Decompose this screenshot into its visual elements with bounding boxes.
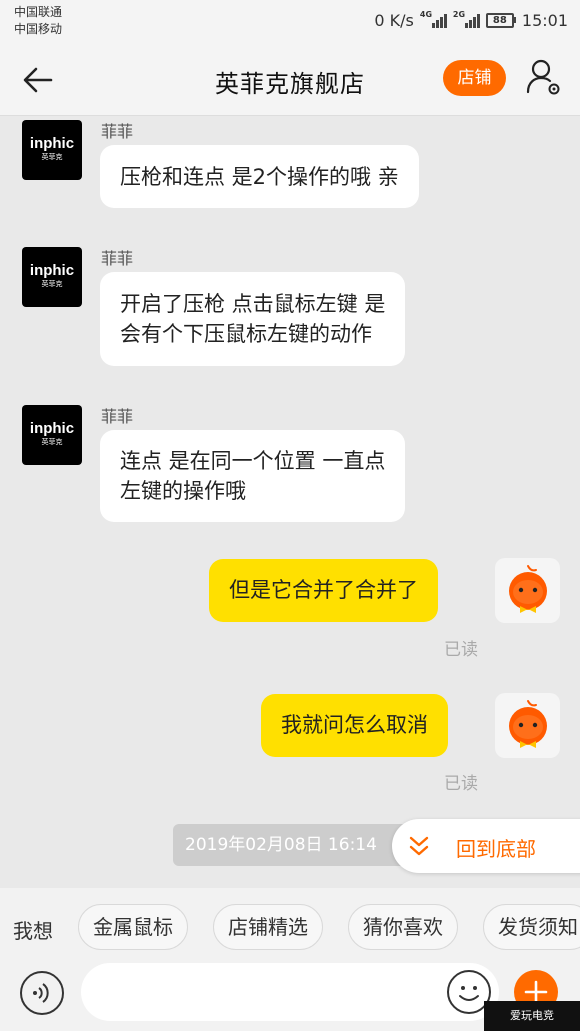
double-chevron-down-icon [409,836,429,856]
carrier-2: 中国移动 [14,22,63,36]
read-status: 已读 [444,774,478,794]
network-speed: 0 K/s [374,10,414,30]
my-avatar[interactable] [495,558,560,623]
avatar-brand: inphic [29,262,75,279]
read-status: 已读 [444,640,478,660]
watermark-logo: 爱玩电竞 [484,1001,580,1031]
quick-reply-chip[interactable]: 金属鼠标 [78,904,188,950]
store-button[interactable]: 店铺 [443,60,506,96]
incoming-message-bubble[interactable]: 连点 是在同一个位置 一直点 左键的操作哦 [100,430,406,522]
quick-reply-label: 我想 [13,919,53,943]
message-text-line-1: 开启了压枪 点击鼠标左键 是 [120,292,386,316]
user-settings-icon [526,59,560,95]
avatar-sub: 英菲克 [41,153,63,161]
signal-4g-icon: 4G [419,10,447,28]
message-input[interactable] [81,963,499,1021]
status-icons: 0 K/s 4G 2G 88 15:01 [374,8,568,32]
carrier-1: 中国联通 [14,5,63,19]
signal-2g-label: 2G [452,10,466,19]
shop-avatar[interactable]: inphic 英菲克 [22,247,82,307]
battery-icon: 88 [485,12,516,28]
sender-name: 菲菲 [101,407,134,426]
back-to-bottom-button[interactable]: 回到底部 [392,819,580,873]
voice-icon [33,983,49,1003]
avatar-sub: 英菲克 [41,438,63,446]
clock: 15:01 [521,10,568,30]
signal-4g-label: 4G [419,10,433,19]
outgoing-message-bubble[interactable]: 我就问怎么取消 [261,694,448,757]
avatar-sub: 英菲克 [41,280,63,288]
outgoing-message-bubble[interactable]: 但是它合并了合并了 [209,559,438,622]
emoji-icon [459,986,479,1001]
quick-reply-chip[interactable]: 店铺精选 [213,904,323,950]
incoming-message-bubble[interactable]: 开启了压枪 点击鼠标左键 是 会有个下压鼠标左键的动作 [100,272,406,366]
voice-input-button[interactable] [20,971,64,1015]
quick-reply-bar: 我想 金属鼠标 店铺精选 猜你喜欢 发货须知 [0,888,580,963]
avatar-brand: inphic [29,420,75,437]
battery-level: 88 [485,12,514,28]
my-avatar[interactable] [495,693,560,758]
quick-reply-chip[interactable]: 发货须知 [483,904,580,950]
sender-name: 菲菲 [101,122,134,141]
orange-mascot-icon [509,700,547,748]
avatar-brand: inphic [29,135,75,152]
incoming-message-bubble[interactable]: 压枪和连点 是2个操作的哦 亲 [100,145,419,208]
quick-reply-chip[interactable]: 猜你喜欢 [348,904,458,950]
shop-avatar[interactable]: inphic 英菲克 [22,120,82,180]
signal-2g-icon: 2G [452,10,480,28]
back-to-bottom-label: 回到底部 [456,837,536,861]
user-settings-button[interactable] [524,58,564,98]
sender-name: 菲菲 [101,249,134,268]
message-text-line-2: 左键的操作哦 [120,479,246,503]
message-text-line-1: 连点 是在同一个位置 一直点 [120,449,386,473]
message-text-line-2: 会有个下压鼠标左键的动作 [120,322,372,346]
status-bar: 中国联通 中国移动 0 K/s 4G 2G 88 15:01 [0,0,580,42]
shop-avatar[interactable]: inphic 英菲克 [22,405,82,465]
message-list[interactable]: inphic 英菲克 菲菲 压枪和连点 是2个操作的哦 亲 inphic 英菲克… [0,117,580,888]
orange-mascot-icon [509,565,547,613]
chat-header: 英菲克旗舰店 店铺 [0,42,580,116]
message-text: 压枪和连点 是2个操作的哦 亲 [120,164,399,189]
